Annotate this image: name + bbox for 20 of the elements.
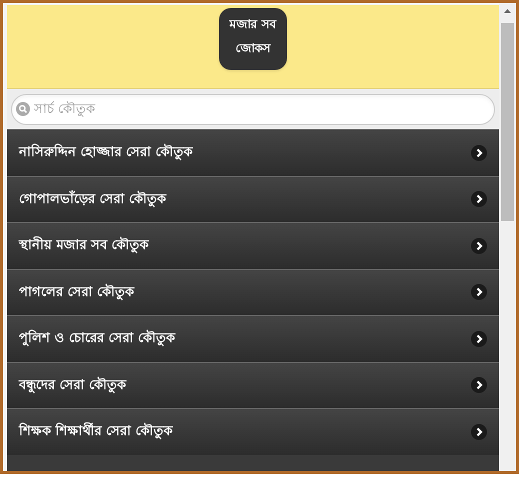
chevron-right-icon xyxy=(471,330,487,347)
list-item[interactable]: গোপালভাঁড়ের সেরা কৌতুক xyxy=(7,176,499,222)
app-title: মজার সব জোকস xyxy=(219,8,287,70)
chevron-right-icon xyxy=(471,191,487,208)
search-icon xyxy=(16,102,30,116)
chevron-right-icon xyxy=(471,238,487,254)
scrollbar[interactable] xyxy=(499,3,516,471)
chevron-right-icon xyxy=(471,424,487,440)
list-item[interactable]: পুলিশ ও চোরের সেরা কৌতুক xyxy=(7,315,499,362)
scroll-up-icon[interactable] xyxy=(504,9,511,13)
list-item[interactable]: পাগলের সেরা কৌতুক xyxy=(7,268,499,315)
scrollbar-thumb[interactable] xyxy=(501,23,514,221)
list-item[interactable]: বন্ধুদের সেরা কৌতুক xyxy=(7,362,499,408)
chevron-right-icon xyxy=(471,144,487,161)
search-field[interactable]: সার্চ কৌতুক xyxy=(11,94,495,125)
list-item[interactable]: নাসিরুদ্দিন হোজ্জার সেরা কৌতুক xyxy=(7,129,499,176)
chevron-right-icon xyxy=(471,284,487,300)
chevron-right-icon xyxy=(471,377,487,394)
list-item[interactable]: শিক্ষক শিক্ষার্থীর সেরা কৌতুক xyxy=(7,408,499,454)
list-item[interactable]: স্থানীয় মজার সব কৌতুক xyxy=(7,222,499,268)
